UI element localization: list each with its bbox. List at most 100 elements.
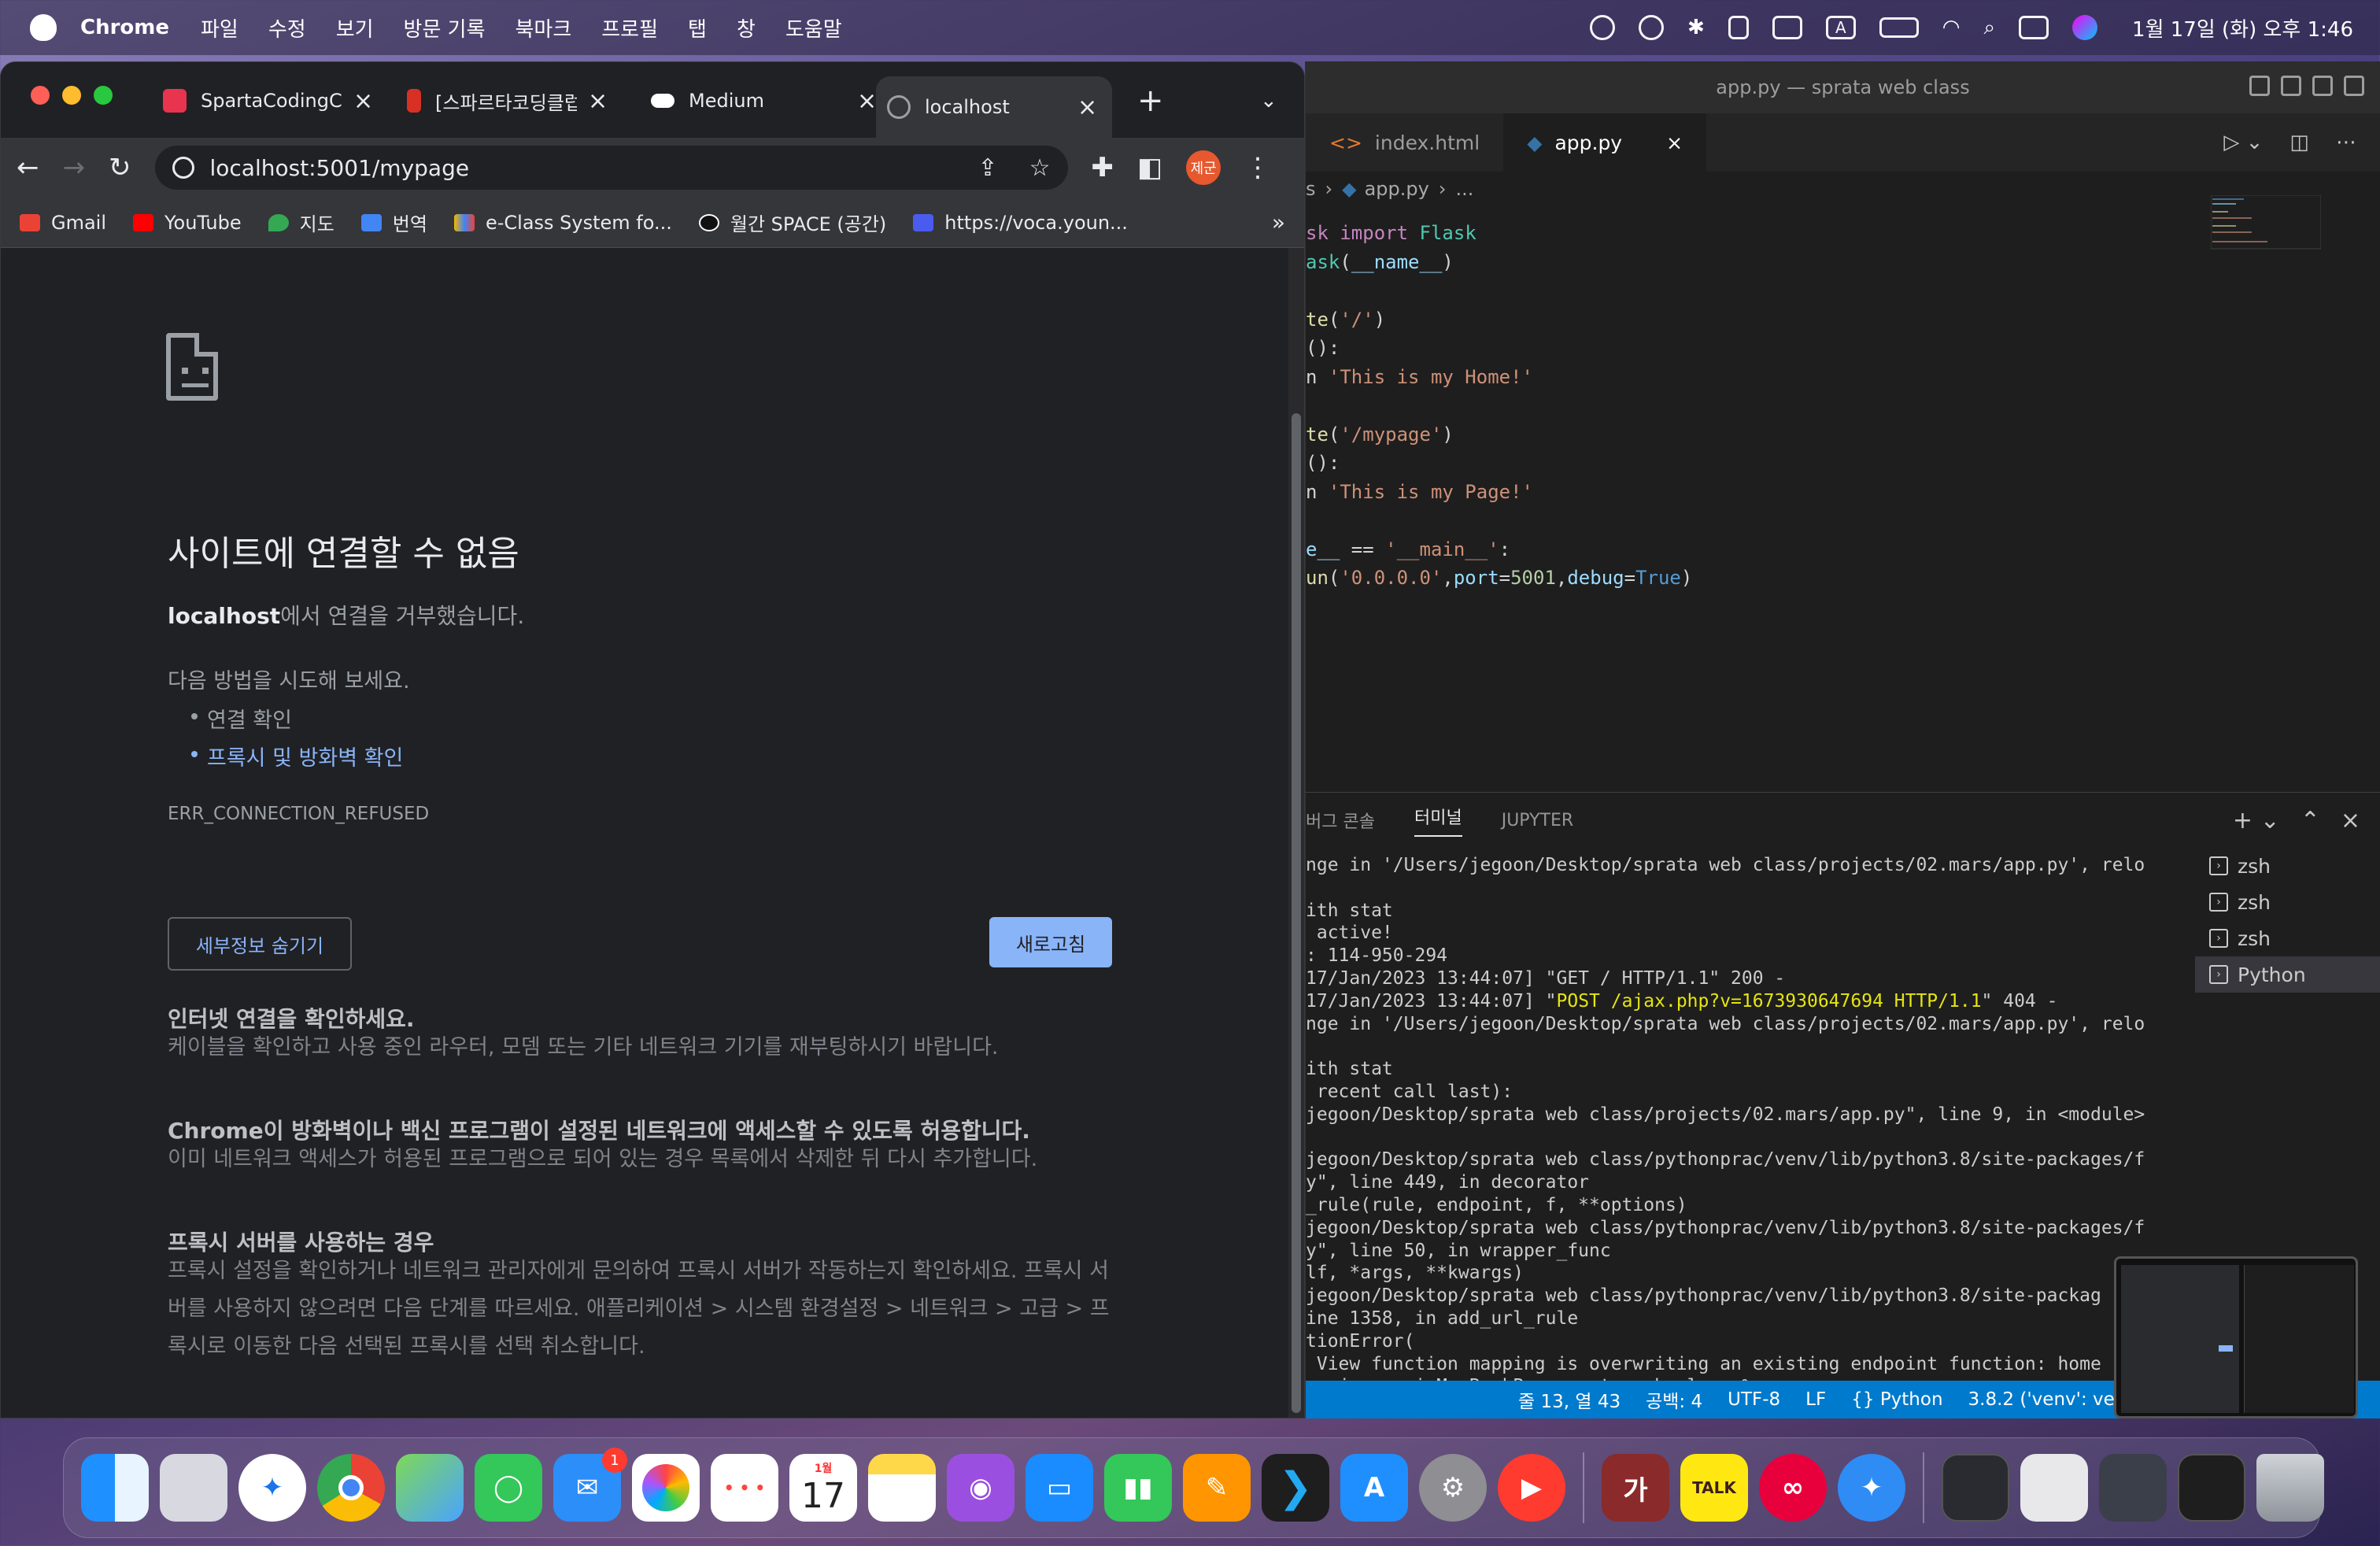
bookmark-maps[interactable]: 지도 [268,209,334,236]
launchpad-icon[interactable] [160,1454,227,1522]
menu-app-name[interactable]: Chrome [80,16,169,39]
code-editor[interactable]: sk import Flask ask(__name__) te('/') ()… [1306,219,2258,593]
bookmark-translate[interactable]: 번역 [360,209,427,236]
keynote-icon[interactable]: ▭ [1026,1454,1093,1522]
new-tab-button[interactable]: + [1137,83,1164,119]
trash-icon[interactable] [2256,1454,2324,1522]
status-cursor-position[interactable]: 줄 13, 열 43 [1518,1386,1621,1413]
bookmarks-overflow-icon[interactable]: » [1272,209,1285,235]
tab-spartacodingclub[interactable]: SpartaCodingClub × [152,76,384,125]
bookmark-eclass[interactable]: e-Class System fo... [453,212,672,234]
terminal-item-python[interactable]: › Python [2195,956,2380,993]
menu-tab[interactable]: 탭 [688,13,707,43]
close-panel-icon[interactable]: × [2341,807,2360,834]
app-store-icon[interactable]: A [1340,1454,1408,1522]
status-indentation[interactable]: 공백: 4 [1646,1386,1702,1413]
extensions-puzzle-icon[interactable]: ✚ [1092,152,1114,183]
status-eol[interactable]: LF [1805,1389,1826,1410]
bookmark-youtube[interactable]: YouTube [133,212,242,234]
reload-icon[interactable]: ↻ [109,152,131,183]
breadcrumb-file[interactable]: app.py [1365,178,1429,200]
minimap[interactable] [2211,195,2321,250]
bluetooth-icon[interactable]: ✱ [1687,16,1705,39]
wifi-icon[interactable]: ◠ [1942,16,1961,39]
screenshot-preview-icon[interactable]: ✦ [1838,1454,1905,1522]
terminal-item-zsh-3[interactable]: › zsh [2195,920,2380,956]
vscode-app-icon[interactable]: ❯ [1262,1454,1329,1522]
minimized-window-3-icon[interactable] [2099,1454,2167,1522]
site-info-icon[interactable] [172,157,194,179]
maps-icon[interactable] [396,1454,464,1522]
hangul-app-icon[interactable]: 가 [1602,1454,1669,1522]
panel-tab-debug-console[interactable]: 버그 콘솔 [1306,808,1375,833]
tab-search-chevron-icon[interactable]: ⌄ [1260,89,1277,113]
menu-history[interactable]: 방문 기록 [404,13,486,43]
mail-icon[interactable]: ✉ 1 [553,1448,627,1522]
more-menu-icon[interactable]: ⋮ [1244,152,1271,183]
battery-icon[interactable] [1879,17,1919,38]
terminal-item-zsh-1[interactable]: › zsh [2195,848,2380,884]
run-python-icon[interactable]: ▷ ⌄ [2223,131,2263,154]
messages-icon[interactable]: ◯ [475,1454,542,1522]
panel-tab-jupyter[interactable]: JUPYTER [1502,811,1573,830]
tab-medium[interactable]: Medium × [640,76,888,125]
zoom-window-button[interactable] [94,86,113,105]
menu-window[interactable]: 창 [737,13,756,43]
id-icon[interactable] [1728,16,1749,39]
close-tab-icon[interactable]: × [1077,94,1097,121]
breadcrumb-symbol[interactable]: ... [1455,178,1473,200]
maximize-panel-icon[interactable]: ⌃ [2301,807,2320,834]
toggle-secondary-sidebar-icon[interactable] [2312,76,2333,96]
bookmark-star-icon[interactable]: ☆ [1029,154,1051,182]
pages-icon[interactable]: ✎ [1183,1454,1251,1522]
menu-file[interactable]: 파일 [201,13,238,43]
tab-spartacodingclub-kr[interactable]: [스파르타코딩클럽] × [396,76,619,125]
status-language[interactable]: {} Python [1851,1389,1942,1410]
close-editor-tab-icon[interactable]: × [1666,131,1683,154]
creative-cloud-icon[interactable]: ∞ [1759,1454,1827,1522]
control-center-icon[interactable] [2019,16,2049,39]
tab-localhost[interactable]: localhost × [876,76,1112,138]
page-scrollbar[interactable] [1288,248,1304,1418]
siri-icon[interactable] [2072,15,2098,40]
toggle-panel-icon[interactable] [2281,76,2301,96]
minimized-window-1-icon[interactable] [1942,1454,2009,1522]
suggestion-link-text[interactable]: 프록시 및 방화벽 확인 [207,746,403,771]
minimized-window-4-icon[interactable] [2178,1454,2245,1522]
bookmark-space[interactable]: 월간 SPACE (공간) [698,209,886,236]
side-panel-icon[interactable]: ◧ [1137,152,1162,183]
kakaotalk-icon[interactable]: TALK [1680,1454,1748,1522]
forward-arrow-icon[interactable]: → [63,152,86,183]
menu-bookmarks[interactable]: 북마크 [516,13,572,43]
photos-icon[interactable] [632,1454,700,1522]
hide-details-button[interactable]: 세부정보 숨기기 [168,917,352,971]
editor-tab-index-html[interactable]: <> index.html [1306,113,1503,172]
url-text[interactable]: localhost:5001/mypage [210,155,470,181]
minimize-window-button[interactable] [62,86,81,105]
new-terminal-icon[interactable]: + ⌄ [2233,807,2280,834]
menu-view[interactable]: 보기 [336,13,374,43]
toggle-sidebar-icon[interactable] [2249,76,2270,96]
close-tab-icon[interactable]: × [353,87,373,115]
minimized-window-2-icon[interactable] [2020,1454,2088,1522]
spotlight-icon[interactable]: ⌕ [1983,16,1995,40]
bookmark-voca[interactable]: https://voca.youn... [913,212,1128,234]
customize-layout-icon[interactable] [2344,76,2364,96]
system-settings-icon[interactable]: ⚙ [1419,1454,1487,1522]
apple-icon[interactable] [30,14,57,41]
split-editor-icon[interactable]: ◫ [2289,131,2309,154]
close-window-button[interactable] [31,86,50,105]
close-tab-icon[interactable]: × [588,87,608,115]
menu-clock[interactable]: 1월 17일 (화) 오후 1:46 [2132,13,2353,43]
breadcrumb-folder[interactable]: s [1306,178,1316,200]
terminal-output[interactable]: nge in '/Users/jegoon/Desktop/sprata web… [1306,854,2179,1398]
wechat-icon[interactable] [1589,15,1615,40]
menu-profiles[interactable]: 프로필 [601,13,658,43]
finder-icon[interactable] [81,1454,149,1522]
reload-button[interactable]: 새로고침 [989,917,1112,967]
share-icon[interactable]: ⇪ [978,154,997,182]
notes-icon[interactable] [868,1454,936,1522]
suggestion-proxy-firewall-link[interactable]: 프록시 및 방화벽 확인 [191,741,403,771]
display-icon[interactable] [1772,16,1802,39]
back-arrow-icon[interactable]: ← [17,152,39,183]
